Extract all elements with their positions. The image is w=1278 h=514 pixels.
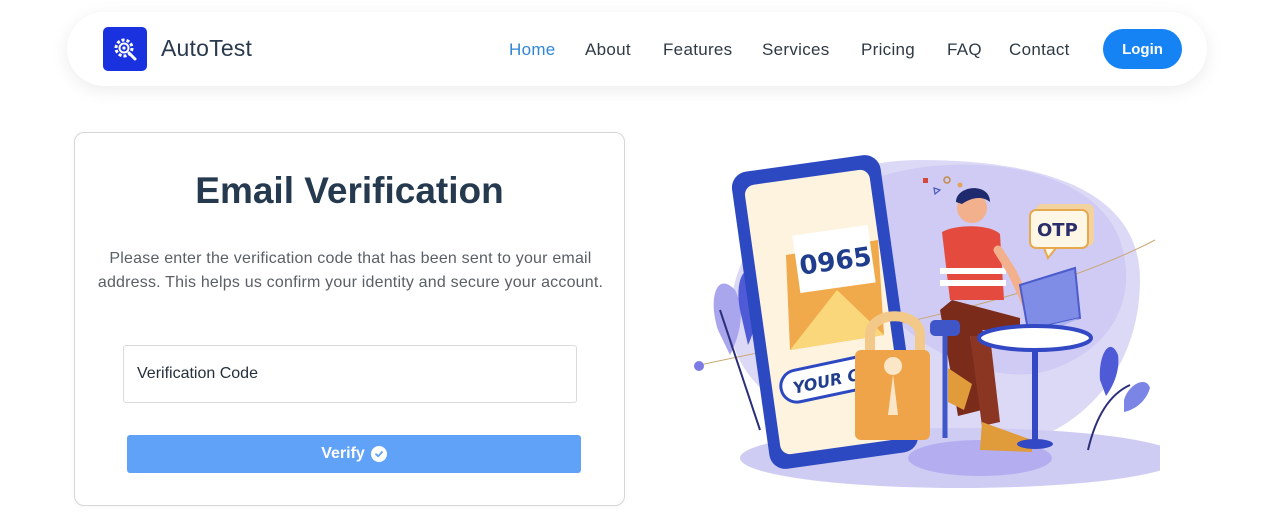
nav-pricing[interactable]: Pricing	[861, 40, 915, 60]
confetti	[923, 178, 928, 183]
verification-card: Email Verification Please enter the veri…	[74, 132, 625, 506]
top-navbar: AutoTest Home About Features Services Pr…	[67, 12, 1207, 86]
verify-button[interactable]: Verify	[127, 435, 581, 473]
check-circle-icon	[370, 446, 387, 462]
confetti	[957, 182, 963, 188]
shirt-stripe	[940, 268, 1006, 274]
gear-search-icon	[114, 38, 137, 61]
verification-code-input[interactable]	[123, 345, 577, 403]
verification-description: Please enter the verification code that …	[97, 250, 604, 291]
table-foot	[1017, 439, 1053, 449]
nav-features[interactable]: Features	[663, 40, 733, 60]
orbit-dot	[694, 361, 704, 371]
nav-services[interactable]: Services	[762, 40, 830, 60]
otp-illustration: 0965 YOUR CODE OTP	[694, 155, 1160, 488]
nav-contact[interactable]: Contact	[1009, 40, 1070, 60]
page-title: Email Verification	[195, 170, 504, 211]
otp-bubble-text: OTP	[1037, 220, 1078, 241]
nav-about[interactable]: About	[585, 40, 631, 60]
login-button[interactable]: Login	[1103, 29, 1182, 69]
nav-home[interactable]: Home	[509, 40, 556, 60]
brand-name[interactable]: AutoTest	[161, 35, 252, 62]
brand-logo[interactable]	[103, 27, 147, 71]
stool-seat	[930, 320, 960, 336]
nav-faq[interactable]: FAQ	[947, 40, 982, 60]
verify-button-label: Verify	[321, 445, 365, 462]
shirt-stripe	[940, 280, 1006, 286]
table-top	[977, 324, 1093, 352]
person-torso	[942, 226, 1004, 300]
